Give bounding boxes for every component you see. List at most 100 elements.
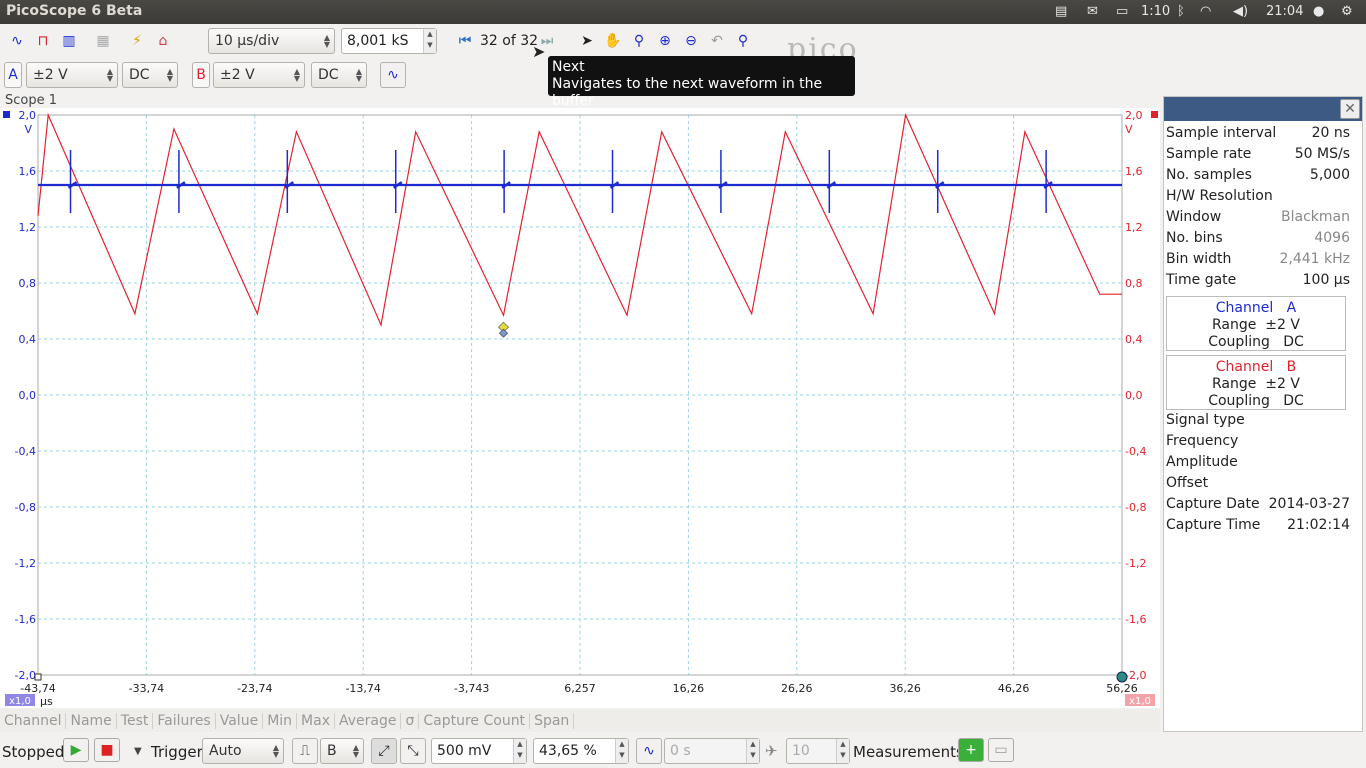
count-stepper[interactable]: ▲ ▼ — [836, 739, 849, 763]
auto-setup-icon[interactable]: ⚡ — [124, 28, 150, 54]
channel-b-coupling[interactable]: DC ▲ ▼ — [311, 62, 367, 88]
y-tick-label-right: 0,0 — [1125, 389, 1143, 402]
property-label: Window — [1166, 209, 1222, 225]
measurement-column-header[interactable]: Max — [297, 712, 335, 729]
y-tick-label-left: 0,8 — [19, 277, 37, 290]
channel-b-range[interactable]: ±2 V ▲ ▼ — [213, 62, 305, 88]
channel-b-coupling-info: DC — [1283, 393, 1304, 409]
trigger-mode-value: Auto — [209, 743, 242, 759]
zoom-area-icon[interactable]: ⚲ — [626, 28, 652, 54]
y-tick-label-left: -0,8 — [15, 501, 36, 514]
zoom-fit-icon[interactable]: ⚲ — [730, 28, 756, 54]
count-input[interactable]: 10 ▲ ▼ — [786, 738, 850, 764]
trigger-delay-icon[interactable]: ∿ — [636, 738, 662, 764]
add-measurement-button[interactable]: + — [958, 738, 984, 762]
property-label: Capture Date — [1166, 496, 1260, 512]
channel-a-coupling-info: DC — [1283, 334, 1304, 350]
chart-icon[interactable]: ▦ — [90, 28, 116, 54]
trigger-menu-icon[interactable]: ▼ — [134, 746, 142, 757]
clock[interactable]: 21:04 — [1266, 4, 1303, 19]
volume-icon[interactable]: ◀) — [1233, 4, 1248, 19]
delay-input[interactable]: 0 s ▲ ▼ — [664, 738, 760, 764]
pretrigger-stepper[interactable]: ▲ ▼ — [615, 739, 628, 763]
channel-a-range-value: ±2 V — [33, 67, 68, 83]
measurement-column-header[interactable]: Span — [530, 712, 575, 729]
channel-a-info-label: Channel — [1215, 300, 1274, 316]
property-label: No. samples — [1166, 167, 1252, 183]
x-tick-label: -43,74 — [20, 682, 55, 695]
y-unit-right: V — [1125, 123, 1133, 136]
threshold-stepper[interactable]: ▲ ▼ — [513, 739, 526, 763]
trigger-channel-select[interactable]: B ▲ ▼ — [320, 738, 364, 764]
pretrigger-input[interactable]: 43,65 % ▲ ▼ — [533, 738, 629, 764]
y-tick-label-right: 1,2 — [1125, 221, 1143, 234]
tooltip-description: Navigates to the next waveform in the bu… — [552, 76, 823, 109]
samples-input[interactable]: 8,001 kS ▲ ▼ — [341, 28, 437, 54]
property-row: H/W Resolution — [1166, 188, 1350, 204]
threshold-input[interactable]: 500 mV ▲ ▼ — [431, 738, 527, 764]
scope-mode-icon[interactable]: ∿ — [4, 28, 30, 54]
home-icon[interactable]: ⌂ — [150, 28, 176, 54]
samples-stepper[interactable]: ▲ ▼ — [423, 29, 436, 53]
user-icon[interactable]: ● — [1313, 4, 1324, 19]
measurement-column-header[interactable]: Average — [335, 712, 402, 729]
close-icon[interactable]: ✕ — [1340, 99, 1360, 119]
falling-edge-icon[interactable]: ⤡ — [400, 738, 426, 764]
channel-a-badge[interactable]: A — [4, 62, 22, 88]
measurement-column-header[interactable]: Value — [216, 712, 264, 729]
gear-icon[interactable]: ⚙ — [1341, 4, 1353, 19]
property-value: 5,000 — [1309, 167, 1350, 183]
rising-edge-icon[interactable]: ⤢ — [371, 738, 397, 764]
buffer-position: 32 of 32 — [480, 33, 539, 49]
trigger-type-icon[interactable]: ⎍ — [292, 738, 318, 764]
x-tick-label: -33,74 — [129, 682, 164, 695]
edit-measurement-button[interactable]: ▭ — [988, 738, 1014, 762]
channel-a-coupling[interactable]: DC ▲ ▼ — [122, 62, 178, 88]
measurement-column-header[interactable]: Failures — [153, 712, 216, 729]
wifi-icon[interactable]: ◠ — [1200, 4, 1211, 19]
properties-panel: ✕ Sample interval 20 ns Sample rate 50 MS/s… — [1163, 96, 1363, 732]
trigger-mode-select[interactable]: Auto ▲ ▼ — [202, 738, 284, 764]
scope-chart[interactable]: 2,0 1,6 1,2 0,8 0,4 0,0 -0,4 -0,8 -1,2 -1,6 -2,0 2,… — [0, 108, 1160, 708]
channel-b-info-letter: B — [1286, 359, 1297, 375]
y-unit-left: V — [24, 123, 32, 136]
tooltip-title: Next — [552, 59, 585, 75]
undo-zoom-icon[interactable]: ↶ — [704, 28, 730, 54]
hand-icon[interactable]: ✋ — [600, 28, 626, 54]
y-tick-label-right: -2,0 — [1125, 669, 1146, 682]
spectrum-mode-icon[interactable]: ▥ — [56, 28, 82, 54]
measurement-column-header[interactable]: Capture Count — [419, 712, 531, 729]
measurement-column-header[interactable]: Channel — [0, 712, 67, 729]
count-value: 10 — [792, 743, 810, 759]
zoom-out-icon[interactable]: ⊖ — [678, 28, 704, 54]
scope-view[interactable]: 2,0 1,6 1,2 0,8 0,4 0,0 -0,4 -0,8 -1,2 -1,6 -2,0 2,… — [0, 108, 1160, 708]
channel-b-range-label: Range — [1212, 376, 1257, 392]
property-label: H/W Resolution — [1166, 188, 1273, 204]
property-row: Offset — [1166, 475, 1350, 491]
first-waveform-icon[interactable]: ⏮ — [452, 28, 478, 54]
spin-arrows-icon: ▲ ▼ — [352, 743, 359, 759]
channel-a-range[interactable]: ±2 V ▲ ▼ — [26, 62, 118, 88]
channel-b-badge[interactable]: B — [192, 62, 210, 88]
mail-icon[interactable]: ✉ — [1087, 4, 1098, 19]
keyboard-icon[interactable]: ▤ — [1055, 4, 1067, 19]
timebase-select[interactable]: 10 µs/div ▲ ▼ — [208, 28, 335, 54]
pointer-icon[interactable]: ➤ — [574, 28, 600, 54]
channel-options-icon[interactable]: ∿ — [380, 62, 406, 88]
measurement-column-header[interactable]: Test — [117, 712, 154, 729]
property-value: 20 ns — [1311, 125, 1350, 141]
battery-icon[interactable]: ▭ — [1116, 4, 1128, 19]
bluetooth-icon[interactable]: ᛒ — [1177, 4, 1185, 19]
channel-b-info-label: Channel — [1215, 359, 1274, 375]
property-label: Offset — [1166, 475, 1209, 491]
zoom-in-icon[interactable]: ⊕ — [652, 28, 678, 54]
measurement-column-header[interactable]: Name — [66, 712, 117, 729]
stop-button[interactable]: ■ — [94, 738, 120, 762]
start-button[interactable]: ▶ — [63, 738, 89, 762]
measurement-column-header[interactable]: Min — [263, 712, 298, 729]
persistence-mode-icon[interactable]: ⊓ — [30, 28, 56, 54]
measurement-column-header[interactable]: σ — [401, 712, 420, 729]
channel-b-info: Channel B Range ±2 V Coupling DC — [1166, 355, 1346, 410]
channel-a-info-letter: A — [1286, 300, 1297, 316]
delay-stepper[interactable]: ▲ ▼ — [746, 739, 759, 763]
